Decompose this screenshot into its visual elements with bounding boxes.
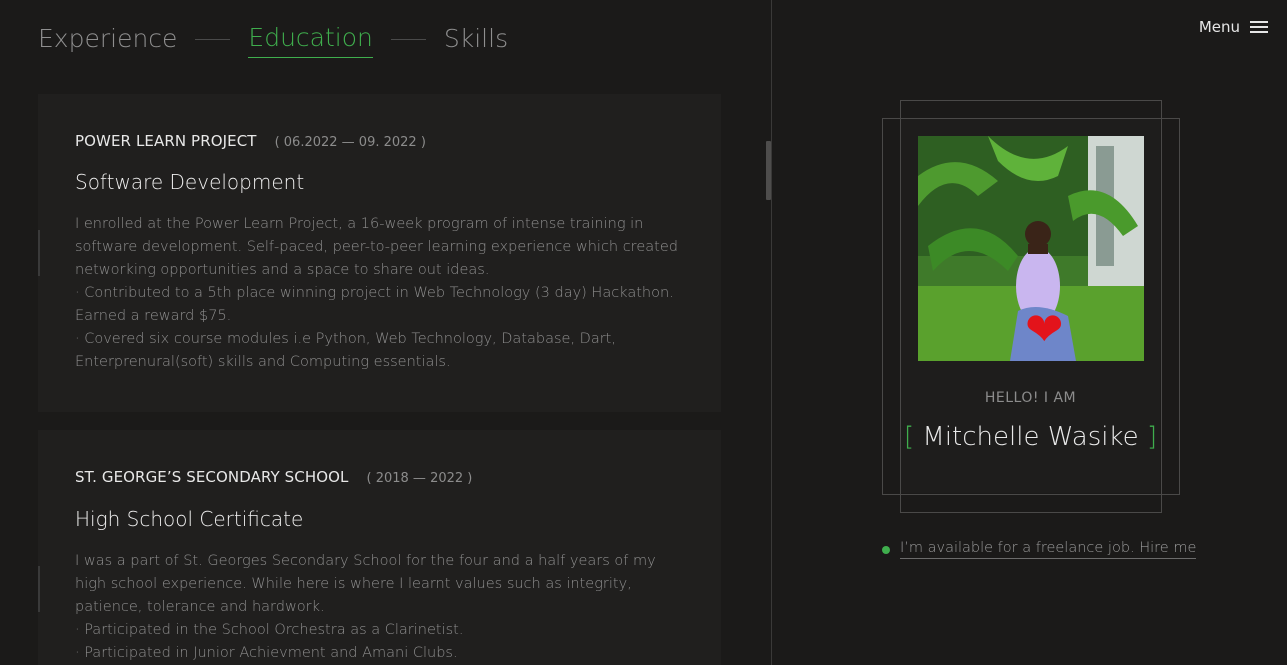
description-bullet: · Covered six course modules i.e Python,… [75, 331, 616, 370]
card-accent-bar [38, 566, 40, 612]
bracket-close: ] [1146, 422, 1158, 452]
card-accent-bar [38, 230, 40, 276]
degree-title: Software Development [75, 170, 305, 194]
tab-education[interactable]: Education [248, 20, 373, 58]
heart-icon: ❤ [1025, 302, 1064, 356]
education-card: ST. GEORGE’S SECONDARY SCHOOL ( 2018 — 2… [38, 430, 721, 665]
description-bullet: · Participated in the School Orchestra a… [75, 622, 464, 638]
study-period: ( 2018 — 2022 ) [366, 471, 473, 486]
institution-name: POWER LEARN PROJECT [75, 132, 257, 150]
scrollbar-thumb[interactable] [766, 141, 771, 200]
status-dot-icon [882, 545, 890, 554]
menu-label: Menu [1198, 18, 1240, 36]
education-card: POWER LEARN PROJECT ( 06.2022 — 09. 2022… [38, 94, 721, 412]
education-description: I was a part of St. Georges Secondary Sc… [75, 550, 685, 665]
tab-separator [195, 38, 231, 40]
tab-skills[interactable]: Skills [444, 21, 508, 58]
profile-photo: ❤ [918, 136, 1144, 361]
degree-title: High School Certificate [75, 507, 304, 531]
study-period: ( 06.2022 — 09. 2022 ) [274, 135, 426, 150]
hamburger-menu-icon [1250, 20, 1268, 34]
education-section: Experience Education Skills POWER LEARN … [0, 0, 771, 665]
description-bullet: · Contributed to a 5th place winning pro… [75, 285, 674, 324]
bracket-open: [ [903, 422, 915, 452]
profile-name: [ Mitchelle Wasike ] [900, 422, 1161, 452]
greeting-text: HELLO! I AM [984, 390, 1077, 406]
description-paragraph: I was a part of St. Georges Secondary Sc… [75, 553, 656, 615]
section-tabs: Experience Education Skills [38, 20, 508, 58]
name-text: Mitchelle Wasike [922, 422, 1139, 452]
column-divider [771, 0, 772, 665]
description-bullet: · Participated in Junior Achievment and … [75, 645, 458, 661]
tab-experience[interactable]: Experience [38, 21, 177, 58]
card-header: ST. GEORGE’S SECONDARY SCHOOL ( 2018 — 2… [75, 468, 472, 486]
institution-name: ST. GEORGE’S SECONDARY SCHOOL [75, 468, 349, 486]
education-description: I enrolled at the Power Learn Project, a… [75, 213, 685, 374]
menu-button[interactable]: Menu [1199, 18, 1268, 36]
availability-text: I’m available for a freelance job. Hire … [900, 540, 1197, 559]
tab-separator [390, 38, 426, 40]
hire-me-link[interactable]: I’m available for a freelance job. Hire … [882, 540, 1197, 559]
card-header: POWER LEARN PROJECT ( 06.2022 — 09. 2022… [75, 132, 426, 150]
description-paragraph: I enrolled at the Power Learn Project, a… [75, 216, 678, 278]
